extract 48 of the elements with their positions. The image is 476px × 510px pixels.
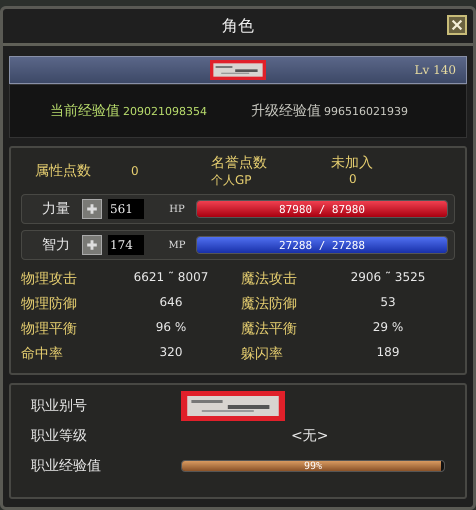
- current-exp-label: 当前经验值: [50, 102, 120, 120]
- honor-points-label: 名誉点数: [211, 154, 268, 172]
- plus-button[interactable]: [82, 235, 102, 255]
- stat-value: 646: [158, 295, 184, 311]
- stat-label: 魔法平衡: [241, 320, 298, 338]
- stat-value: 29 %: [372, 320, 404, 336]
- stat-label: 魔法防御: [241, 295, 298, 313]
- job-grade-label: 职业等级: [31, 427, 88, 445]
- stat-label: 物理防御: [21, 295, 78, 313]
- bar-label: MP: [168, 240, 186, 250]
- close-button[interactable]: [447, 15, 467, 35]
- attribute-label: 力量: [41, 200, 71, 218]
- job-exp-label: 职业经验值: [31, 457, 102, 475]
- plus-button[interactable]: [82, 199, 102, 219]
- stat-value: 320: [158, 345, 184, 361]
- next-exp-label: 升级经验值: [250, 102, 321, 120]
- attribute-points-value: 0: [131, 164, 140, 178]
- current-exp-value: 209021098354: [123, 104, 207, 118]
- stat-label: 命中率: [21, 345, 64, 363]
- level-label: Lv 140: [414, 63, 456, 77]
- attribute-value: 561: [108, 199, 144, 219]
- stat-value: 96 %: [154, 320, 188, 336]
- plus-icon: [86, 239, 98, 251]
- stat-value: 189: [376, 345, 400, 361]
- window-title: 角色: [222, 16, 254, 36]
- bar-label: HP: [168, 204, 186, 214]
- gp-value: 0: [348, 172, 358, 188]
- stat-value: 6621 ˜ 8007: [132, 270, 210, 286]
- stat-value: 53: [379, 295, 397, 311]
- next-exp-value: 996516021939: [324, 104, 408, 118]
- bar-reading: 27288 / 27288: [278, 238, 366, 252]
- bar-reading: 99%: [304, 461, 322, 471]
- stat-label: 魔法攻击: [241, 270, 298, 288]
- plus-icon: [86, 203, 98, 215]
- bar-reading: 87980 / 87980: [278, 202, 366, 216]
- honor-points-value: 未加入: [331, 154, 374, 172]
- attribute-value: 174: [108, 235, 144, 255]
- stat-value: 2906 ˜ 3525: [350, 270, 426, 286]
- stat-label: 物理平衡: [21, 320, 78, 338]
- stat-label: 物理攻击: [21, 270, 78, 288]
- close-icon: [450, 18, 464, 32]
- attribute-label: 智力: [41, 236, 71, 254]
- attribute-points-label: 属性点数: [34, 162, 92, 180]
- job-alias-label: 职业别号: [31, 397, 88, 415]
- gp-label: 个人GP: [211, 172, 253, 188]
- job-grade-value: <无>: [291, 427, 328, 445]
- redaction-mark: [210, 60, 266, 80]
- stat-label: 躲闪率: [241, 345, 284, 363]
